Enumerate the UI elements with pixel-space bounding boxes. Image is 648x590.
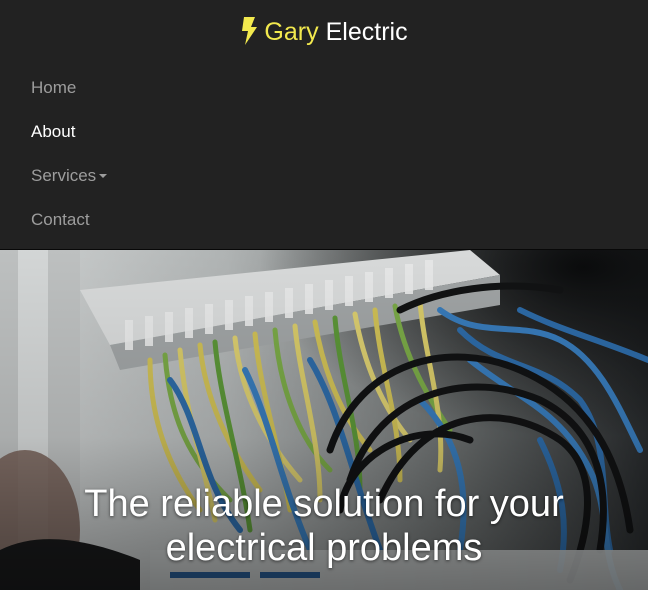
brand-name-accent: Gary [264,17,319,46]
page: Gary Electric Home About Services Contac… [0,0,648,590]
caret-down-icon [99,173,108,178]
hero-heading-line2: electrical problems [165,527,483,569]
nav-item-label: Home [31,78,77,97]
nav-item-home[interactable]: Home [0,66,648,110]
nav-item-label: Services [31,166,97,185]
hero-heading-line1: The reliable solution for your [84,483,564,525]
lightning-bolt-icon [242,17,258,45]
nav-item-contact[interactable]: Contact [0,198,648,242]
hero-section: The reliable solution for your electrica… [0,250,648,590]
nav-item-label: Contact [31,210,90,229]
nav-menu: Home About Services Contact [0,66,648,242]
nav-item-label: About [31,122,76,141]
brand-name: Electric [325,17,408,46]
navbar: Gary Electric Home About Services Contac… [0,0,648,250]
brand-logo[interactable]: Gary Electric [0,14,648,50]
nav-item-about[interactable]: About [0,110,648,154]
nav-item-services[interactable]: Services [0,154,648,198]
hero-heading: The reliable solution for your electrica… [0,482,648,570]
